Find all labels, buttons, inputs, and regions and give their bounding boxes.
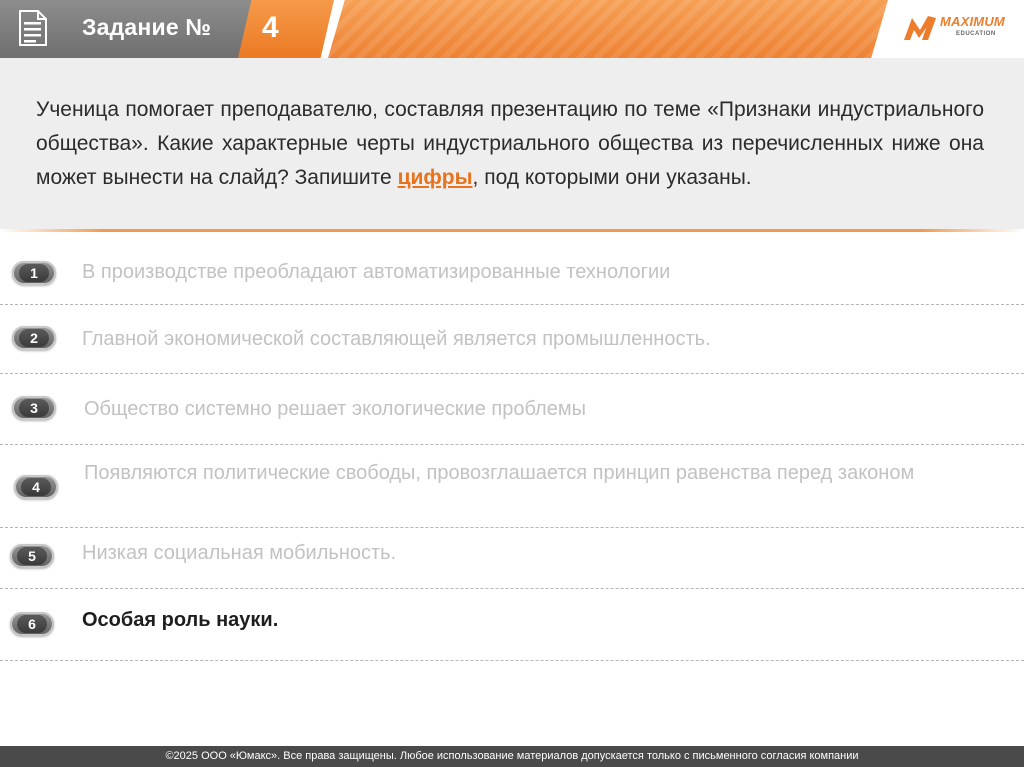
slide-header: Задание № 4 MAXIMUM EDUCATION (0, 0, 1024, 58)
answer-option-4[interactable]: 4 Появляются политические свободы, прово… (0, 456, 1024, 526)
option-number-badge: 1 (12, 261, 56, 285)
question-highlight: цифры (397, 166, 473, 189)
option-separator (0, 660, 1024, 661)
option-separator (0, 304, 1024, 305)
task-number: 4 (262, 11, 279, 44)
header-stripe (328, 0, 888, 58)
option-separator (0, 527, 1024, 528)
logo-subtitle: EDUCATION (956, 31, 996, 37)
option-number: 4 (21, 478, 51, 496)
option-text: В производстве преобладают автоматизиров… (82, 261, 671, 283)
answer-option-5[interactable]: 5 Низкая социальная мобильность. (0, 537, 1024, 589)
question-text: Ученица помогает преподавателю, составля… (36, 93, 984, 195)
question-divider (0, 229, 1024, 232)
option-text: Низкая социальная мобильность. (82, 542, 397, 564)
maximum-logo-icon (904, 16, 936, 40)
answer-option-6[interactable]: 6 Особая роль науки. (0, 602, 1024, 658)
option-number-badge: 3 (12, 396, 56, 420)
option-text: Главной экономической составляющей являе… (82, 328, 711, 350)
task-number-panel (238, 0, 334, 58)
option-separator (0, 373, 1024, 374)
option-number-badge: 6 (10, 612, 54, 636)
answer-option-1[interactable]: 1 В производстве преобладают автоматизир… (0, 253, 1024, 305)
option-number: 2 (19, 329, 49, 347)
logo-name: MAXIMUM (940, 14, 1005, 29)
option-number: 6 (17, 615, 47, 633)
option-text: Общество системно решает экологические п… (84, 398, 586, 420)
option-number: 5 (17, 547, 47, 565)
copyright-footer: ©2025 ООО «Юмакс». Все права защищены. Л… (0, 746, 1024, 767)
question-text-after: , под которыми они указаны. (472, 166, 752, 189)
task-title: Задание № (82, 14, 212, 40)
answer-option-3[interactable]: 3 Общество системно решает экологические… (0, 391, 1024, 443)
brand-logo: MAXIMUM EDUCATION (900, 10, 1020, 50)
option-number: 1 (19, 264, 49, 282)
option-number-badge: 2 (12, 326, 56, 350)
option-number-badge: 4 (14, 475, 58, 499)
option-separator (0, 588, 1024, 589)
option-number-badge: 5 (10, 544, 54, 568)
answer-option-2[interactable]: 2 Главной экономической составляющей явл… (0, 320, 1024, 372)
option-number: 3 (19, 399, 49, 417)
option-separator (0, 444, 1024, 445)
option-text: Появляются политические свободы, провозг… (84, 462, 915, 484)
document-icon (19, 10, 47, 46)
option-text: Особая роль науки. (82, 609, 279, 631)
